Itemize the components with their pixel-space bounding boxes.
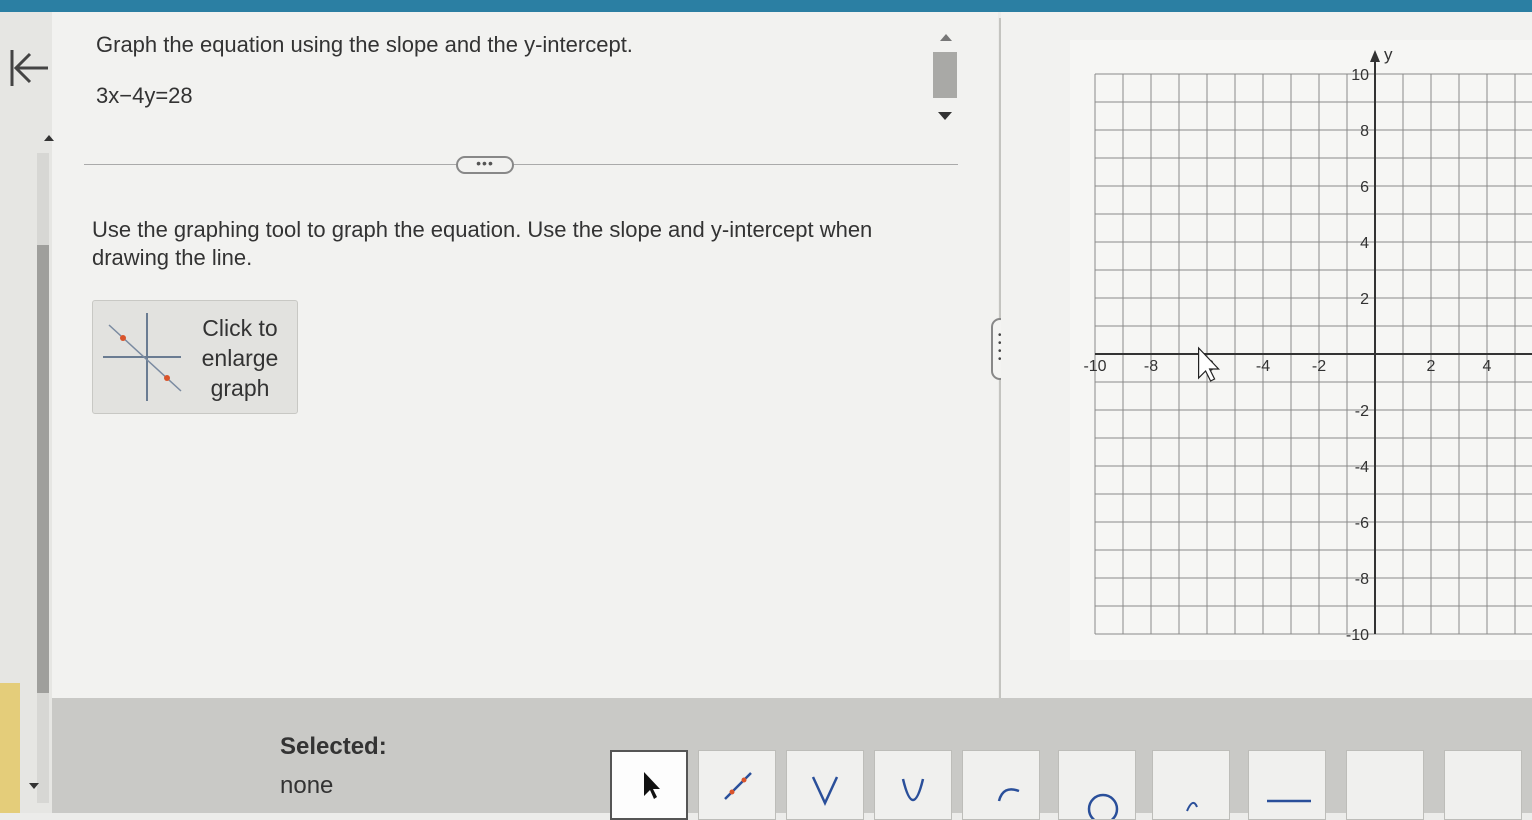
y-tick-label: -4 (1355, 459, 1369, 476)
pane-scrollbar[interactable] (24, 125, 54, 805)
enlarge-label-line: enlarge (201, 345, 279, 371)
tool-10[interactable] (1444, 750, 1522, 820)
y-axis-label: y (1384, 45, 1393, 64)
graph-directions: Use the graphing tool to graph the equat… (92, 217, 873, 270)
y-tick-label: -2 (1355, 403, 1369, 420)
scroll-down-arrow-icon[interactable] (29, 783, 39, 789)
circle-tool[interactable] (1058, 750, 1136, 820)
question-scrollbar[interactable] (928, 28, 962, 128)
graph-background[interactable] (1070, 40, 1532, 660)
expand-button[interactable]: ••• (456, 156, 514, 174)
x-tick-label: -2 (1312, 358, 1326, 375)
y-tick-label: 2 (1360, 291, 1369, 308)
top-bar (0, 0, 1532, 12)
x-tick-label: -4 (1256, 358, 1270, 375)
line-icon (724, 772, 752, 800)
tool-9[interactable] (1346, 750, 1424, 820)
y-tick-label: -6 (1355, 515, 1369, 532)
mini-graph-icon (103, 313, 182, 401)
enlarge-label-line: Click to (202, 315, 278, 341)
y-tick-label: 10 (1351, 67, 1369, 84)
y-tick-label: -10 (1346, 627, 1369, 644)
y-tick-label: 8 (1360, 123, 1369, 140)
circle-icon (1087, 793, 1119, 819)
dash-icon (1267, 799, 1311, 803)
selected-tool-label: Selected: (280, 733, 387, 760)
v-shape-icon (811, 776, 839, 806)
line-tool[interactable] (698, 750, 776, 820)
scroll-down-arrow-icon[interactable] (938, 112, 952, 120)
enlarge-label-line: graph (210, 375, 270, 401)
scroll-up-arrow-icon[interactable] (940, 34, 952, 41)
x-tick-label: 4 (1483, 358, 1492, 375)
y-tick-label: -8 (1355, 571, 1369, 588)
cubic-tool[interactable] (1152, 750, 1230, 820)
status-marker (0, 683, 20, 813)
enlarge-graph-button[interactable]: Click to enlarge graph (92, 300, 298, 414)
x-tick-label: -8 (1144, 358, 1158, 375)
y-tick-label: 6 (1360, 179, 1369, 196)
parabola-tool[interactable] (874, 750, 952, 820)
question-instruction: Graph the equation using the slope and t… (96, 32, 633, 57)
x-tick-label: -10 (1083, 358, 1106, 375)
back-arrow-icon[interactable] (8, 46, 52, 90)
x-tick-label: 2 (1427, 358, 1436, 375)
absolute-value-tool[interactable] (786, 750, 864, 820)
y-tick-label: 4 (1360, 235, 1369, 252)
scroll-thumb[interactable] (933, 52, 957, 98)
enlarge-graph-label: Click to enlarge graph (189, 313, 291, 403)
cubic-icon (1186, 801, 1198, 812)
u-shape-icon (901, 778, 925, 801)
scroll-thumb[interactable] (37, 245, 49, 693)
coordinate-graph[interactable]: y-10-8-6-4-224108642-2-4-6-8-10 (1070, 40, 1532, 660)
square-root-tool[interactable] (962, 750, 1040, 820)
horizontal-line-tool[interactable] (1248, 750, 1326, 820)
arrow-pointer-icon (644, 772, 660, 799)
question-equation: 3x−4y=28 (96, 83, 193, 108)
scroll-up-arrow-icon[interactable] (44, 135, 54, 141)
select-pointer-tool[interactable] (610, 750, 688, 820)
section-divider (84, 164, 958, 165)
curve-icon (997, 788, 1020, 802)
selected-tool-value: none (280, 772, 334, 799)
